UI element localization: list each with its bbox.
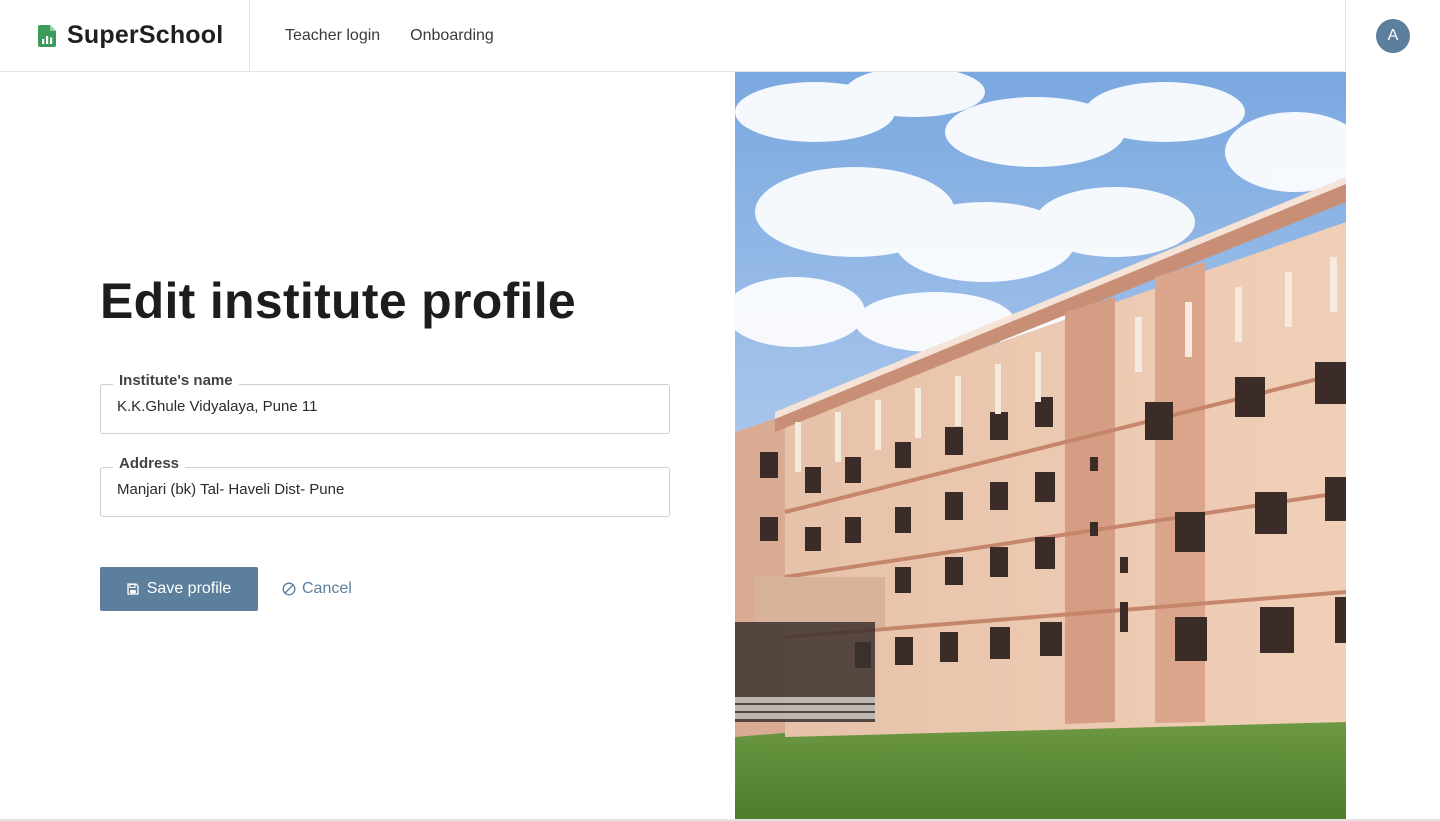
page-title: Edit institute profile bbox=[100, 273, 577, 329]
floppy-disk-icon bbox=[127, 583, 139, 595]
cancel-label: Cancel bbox=[302, 580, 352, 597]
spreadsheet-chart-icon bbox=[38, 24, 56, 47]
address-input[interactable] bbox=[117, 481, 647, 498]
right-rail bbox=[1345, 0, 1440, 821]
user-avatar[interactable]: A bbox=[1376, 19, 1410, 53]
save-profile-button[interactable]: Save profile bbox=[100, 567, 258, 611]
save-profile-label: Save profile bbox=[146, 580, 232, 597]
address-label: Address bbox=[113, 455, 186, 472]
top-navigation-bar: SuperSchool Teacher login Onboarding bbox=[0, 0, 1440, 72]
ban-icon bbox=[282, 582, 296, 596]
institute-name-label: Institute's name bbox=[113, 372, 239, 389]
brand[interactable]: SuperSchool bbox=[0, 0, 250, 71]
brand-name: SuperSchool bbox=[67, 21, 224, 49]
nav-teacher-login[interactable]: Teacher login bbox=[285, 27, 380, 45]
nav-onboarding[interactable]: Onboarding bbox=[410, 27, 494, 45]
main-nav: Teacher login Onboarding bbox=[285, 0, 524, 71]
institute-name-field: Institute's name bbox=[100, 372, 670, 434]
school-building-photo bbox=[735, 72, 1346, 821]
cancel-button[interactable]: Cancel bbox=[282, 567, 352, 611]
address-field: Address bbox=[100, 455, 670, 517]
institute-name-input[interactable] bbox=[117, 398, 647, 415]
